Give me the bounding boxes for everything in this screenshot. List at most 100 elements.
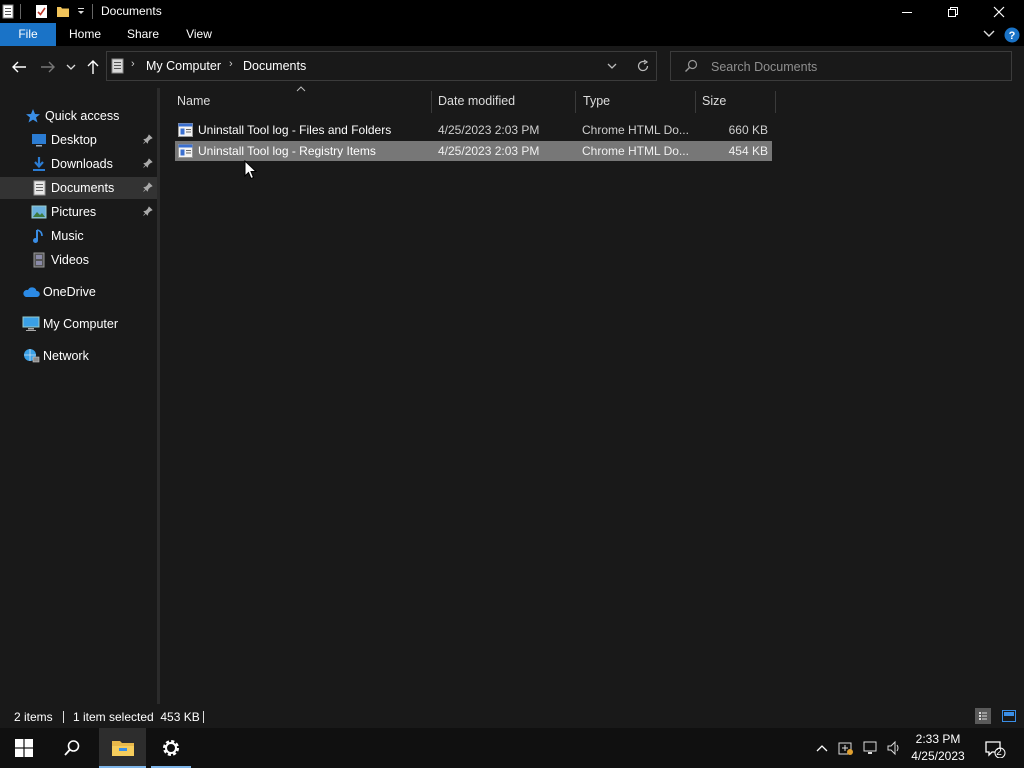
sidebar-item-desktop[interactable]: Desktop [30,129,157,151]
up-button[interactable] [83,58,103,76]
sidebar-item-label: Downloads [51,157,113,171]
file-date-modified: 4/25/2023 2:03 PM [438,123,540,137]
file-list-pane[interactable] [160,88,1024,704]
documents-location-icon [111,58,124,74]
chevron-up-icon[interactable] [814,740,830,756]
refresh-button[interactable] [636,59,650,73]
sidebar-item-videos[interactable]: Videos [30,249,157,271]
pictures-icon [30,204,48,220]
help-icon[interactable]: ? [1004,27,1020,43]
tab-home[interactable]: Home [62,23,108,46]
window-title: Documents [101,4,162,18]
svg-text:?: ? [1009,30,1016,42]
column-header-date-modified[interactable]: Date modified [438,94,515,112]
settings-taskbar-button[interactable] [148,728,194,768]
restore-button[interactable] [930,0,976,23]
file-row[interactable]: Uninstall Tool log - Files and Folders 4… [175,120,772,140]
file-name: Uninstall Tool log - Registry Items [198,144,376,158]
column-header-size[interactable]: Size [702,94,726,112]
large-icons-view-button[interactable] [1000,708,1018,724]
divider [92,4,93,19]
pin-icon[interactable] [143,134,153,144]
file-explorer-taskbar-button[interactable] [99,728,146,768]
column-divider[interactable] [775,91,776,113]
sidebar-item-network[interactable]: Network [22,345,154,367]
column-divider[interactable] [695,91,696,113]
sidebar-item-documents[interactable]: Documents [0,177,157,199]
clock-date[interactable]: 4/25/2023 [905,749,971,763]
breadcrumb-my-computer[interactable]: My Computer [146,59,221,73]
tab-view[interactable]: View [178,23,220,46]
computer-icon [22,316,40,332]
chevron-down-icon[interactable] [74,3,88,19]
column-header-type[interactable]: Type [583,94,610,112]
tab-share[interactable]: Share [121,23,165,46]
address-history-button[interactable] [607,62,617,70]
sidebar-item-pictures[interactable]: Pictures [30,201,157,223]
network-tray-icon[interactable] [862,740,880,756]
start-button[interactable] [0,728,48,768]
search-icon [684,59,698,73]
sidebar-item-label: My Computer [43,317,119,331]
sort-ascending-icon [296,86,306,92]
address-bar[interactable]: › My Computer › Documents [106,51,657,81]
minimize-button[interactable] [884,0,930,23]
sidebar-item-downloads[interactable]: Downloads [30,153,157,175]
notification-count-badge: 2 [996,747,1002,758]
sidebar-item-my-computer[interactable]: My Computer [22,313,154,335]
star-icon [24,108,42,124]
column-divider[interactable] [431,91,432,113]
title-bar: Documents [0,0,1024,23]
file-size: 660 KB [728,123,768,137]
documents-icon [30,180,48,196]
pin-icon[interactable] [143,206,153,216]
selection-info: 1 item selected 453 KB [73,710,200,724]
sidebar-item-label: Desktop [51,133,97,147]
file-size: 454 KB [728,144,768,158]
downloads-icon [30,156,48,172]
forward-button[interactable] [38,58,58,76]
videos-icon [30,252,48,268]
divider [203,711,204,723]
properties-icon[interactable] [34,3,48,19]
close-button[interactable] [976,0,1022,23]
file-row-selected[interactable]: Uninstall Tool log - Registry Items 4/25… [175,141,772,161]
pin-icon[interactable] [143,182,153,192]
volume-icon[interactable] [885,740,903,756]
sidebar-item-music[interactable]: Music [30,225,157,247]
divider [20,4,21,19]
sidebar-item-label: Quick access [45,109,120,123]
new-folder-icon[interactable] [56,3,70,19]
music-icon [30,228,48,244]
details-view-button[interactable] [975,708,991,724]
sidebar-item-label: OneDrive [43,285,96,299]
column-header-name[interactable]: Name [177,94,210,112]
column-divider[interactable] [575,91,576,113]
sidebar-item-label: Documents [51,181,115,195]
pin-icon[interactable] [143,158,153,168]
divider [63,711,64,723]
clock-time[interactable]: 2:33 PM [908,732,968,746]
file-type: Chrome HTML Do... [582,144,689,158]
breadcrumb-separator: › [229,58,233,70]
search-placeholder: Search Documents [711,60,818,74]
file-date-modified: 4/25/2023 2:03 PM [438,144,540,158]
sidebar-item-quick-access[interactable]: Quick access [24,105,154,127]
file-name: Uninstall Tool log - Files and Folders [198,123,392,137]
breadcrumb-documents[interactable]: Documents [243,59,306,73]
file-type: Chrome HTML Do... [582,123,689,137]
sidebar-item-label: Music [51,229,84,243]
mouse-cursor-icon [244,160,257,180]
html-file-icon [178,123,193,137]
search-button[interactable] [48,728,96,768]
item-count: 2 items [14,710,53,724]
expand-ribbon-button[interactable] [982,28,996,40]
recent-locations-button[interactable] [62,58,80,76]
cloud-icon [22,284,40,300]
tab-file[interactable]: File [0,23,56,46]
search-box[interactable]: Search Documents [670,51,1012,81]
sidebar-item-label: Videos [51,253,89,267]
sidebar-item-onedrive[interactable]: OneDrive [22,281,154,303]
security-tray-icon[interactable] [837,740,855,756]
back-button[interactable] [9,58,29,76]
